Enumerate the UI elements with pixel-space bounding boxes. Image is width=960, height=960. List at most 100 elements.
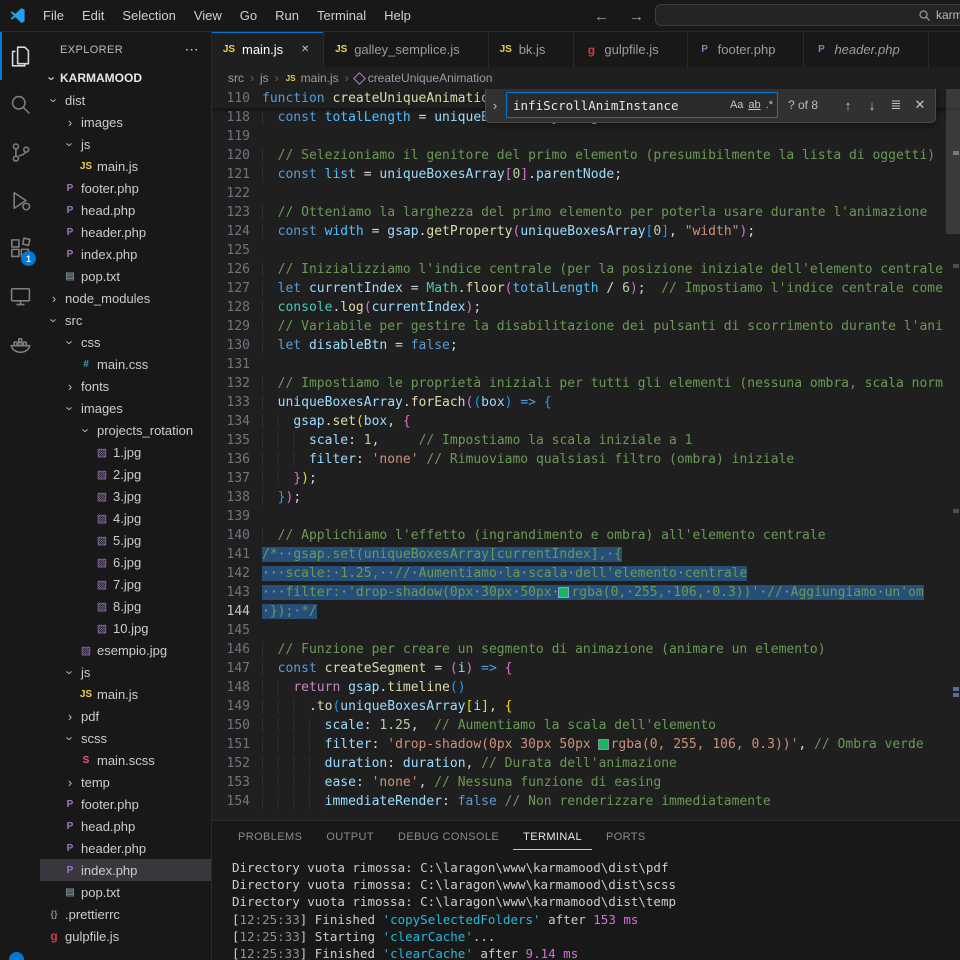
breadcrumb-item-main.js[interactable]: JSmain.js	[285, 71, 339, 85]
find-in-selection-icon[interactable]: ≣	[886, 95, 906, 115]
code-line[interactable]: 152 duration: duration, // Durata dell'a…	[212, 754, 960, 773]
file-index.php[interactable]: Pindex.php	[40, 243, 211, 265]
menu-item-run[interactable]: Run	[266, 0, 308, 31]
match-case-icon[interactable]: Aa	[730, 99, 743, 111]
menu-item-go[interactable]: Go	[231, 0, 266, 31]
menu-item-help[interactable]: Help	[375, 0, 420, 31]
file-pop.txt[interactable]: ▤pop.txt	[40, 265, 211, 287]
scrollbar-slider[interactable]	[946, 89, 960, 234]
remote-explorer-icon[interactable]	[0, 272, 40, 320]
code-line[interactable]: 146 // Funzione per creare un segmento d…	[212, 640, 960, 659]
extensions-icon[interactable]: 1	[0, 224, 40, 272]
tab-bk.js[interactable]: JSbk.js	[489, 32, 575, 67]
file-gulpfile.js[interactable]: ggulpfile.js	[40, 925, 211, 947]
code-line[interactable]: 136 filter: 'none' // Rimuoviamo qualsia…	[212, 450, 960, 469]
code-line[interactable]: 126 // Inizializziamo l'indice centrale …	[212, 260, 960, 279]
code-line[interactable]: 144·});·*/	[212, 602, 960, 621]
code-line[interactable]: 154 immediateRender: false // Non render…	[212, 792, 960, 811]
close-find-icon[interactable]: ✕	[910, 95, 930, 115]
folder-pdf[interactable]: ›pdf	[40, 705, 211, 727]
panel-tab-debug-console[interactable]: DEBUG CONSOLE	[388, 824, 509, 850]
tab-header.php[interactable]: Pheader.php	[804, 32, 928, 67]
nav-forward-icon[interactable]: →	[629, 8, 644, 25]
file-1.jpg[interactable]: ▨1.jpg	[40, 441, 211, 463]
menu-item-terminal[interactable]: Terminal	[308, 0, 375, 31]
tab-footer.php[interactable]: Pfooter.php	[688, 32, 805, 67]
docker-icon[interactable]	[0, 320, 40, 368]
file-5.jpg[interactable]: ▨5.jpg	[40, 529, 211, 551]
code-line[interactable]: 130 let disableBtn = false;	[212, 336, 960, 355]
file-7.jpg[interactable]: ▨7.jpg	[40, 573, 211, 595]
file-2.jpg[interactable]: ▨2.jpg	[40, 463, 211, 485]
code-line[interactable]: 125	[212, 241, 960, 260]
folder-src[interactable]: ›src	[40, 309, 211, 331]
file-head.php[interactable]: Phead.php	[40, 815, 211, 837]
file-main.scss[interactable]: Smain.scss	[40, 749, 211, 771]
folder-images[interactable]: ›images	[40, 111, 211, 133]
file-index.php[interactable]: Pindex.php	[40, 859, 211, 881]
code-line[interactable]: 129 // Variabile per gestire la disabili…	[212, 317, 960, 336]
editor[interactable]: 118 const totalLength = uniqueBoxesArray…	[212, 89, 960, 820]
tab-galley_semplice.js[interactable]: JSgalley_semplice.js	[324, 32, 489, 67]
tab-gulpfile.js[interactable]: ggulpfile.js	[574, 32, 687, 67]
code-line[interactable]: 151 filter: 'drop-shadow(0px 30px 50px r…	[212, 735, 960, 754]
code-line[interactable]: 148 return gsap.timeline()	[212, 678, 960, 697]
code-line[interactable]: 137 });	[212, 469, 960, 488]
terminal-output[interactable]: Directory vuota rimossa: C:\laragon\www\…	[212, 853, 960, 960]
file-header.php[interactable]: Pheader.php	[40, 837, 211, 859]
close-icon[interactable]: ✕	[297, 44, 313, 55]
code-line[interactable]: 122	[212, 184, 960, 203]
file-pop.txt[interactable]: ▤pop.txt	[40, 881, 211, 903]
run-debug-icon[interactable]	[0, 176, 40, 224]
next-match-icon[interactable]: ↓	[862, 95, 882, 115]
file-head.php[interactable]: Phead.php	[40, 199, 211, 221]
file-3.jpg[interactable]: ▨3.jpg	[40, 485, 211, 507]
regex-icon[interactable]: .*	[766, 99, 773, 111]
search-icon[interactable]	[0, 80, 40, 128]
panel-tab-output[interactable]: OUTPUT	[316, 824, 384, 850]
tab-main.js[interactable]: JSmain.js✕	[212, 32, 324, 67]
code-line[interactable]: 132 // Impostiamo le proprietà iniziali …	[212, 374, 960, 393]
code-line[interactable]: 131	[212, 355, 960, 374]
whole-word-icon[interactable]: ab	[748, 99, 760, 111]
code-line[interactable]: 138 });	[212, 488, 960, 507]
toggle-replace-icon[interactable]: ›	[488, 98, 502, 113]
folder-projects-rotation[interactable]: ›projects_rotation	[40, 419, 211, 441]
code-line[interactable]: 149 .to(uniqueBoxesArray[i], {	[212, 697, 960, 716]
folder-fonts[interactable]: ›fonts	[40, 375, 211, 397]
code-line[interactable]: 153 ease: 'none', // Nessuna funzione di…	[212, 773, 960, 792]
nav-back-icon[interactable]: ←	[594, 8, 609, 25]
file-footer.php[interactable]: Pfooter.php	[40, 177, 211, 199]
code-line[interactable]: 119	[212, 127, 960, 146]
explorer-icon[interactable]	[0, 32, 40, 80]
file-8.jpg[interactable]: ▨8.jpg	[40, 595, 211, 617]
file-main.js[interactable]: JSmain.js	[40, 683, 211, 705]
code-line[interactable]: 120 // Selezioniamo il genitore del prim…	[212, 146, 960, 165]
breadcrumb-item-src[interactable]: src	[228, 71, 244, 85]
code-line[interactable]: 121 const list = uniqueBoxesArray[0].par…	[212, 165, 960, 184]
file-10.jpg[interactable]: ▨10.jpg	[40, 617, 211, 639]
code-line[interactable]: 142···scale:·1.25,··//·Aumentiamo·la·sca…	[212, 564, 960, 583]
code-line[interactable]: 145	[212, 621, 960, 640]
code-line[interactable]: 127 let currentIndex = Math.floor(totalL…	[212, 279, 960, 298]
menu-item-selection[interactable]: Selection	[113, 0, 184, 31]
code-line[interactable]: 134 gsap.set(box, {	[212, 412, 960, 431]
menu-item-file[interactable]: File	[34, 0, 73, 31]
code-line[interactable]: 147 const createSegment = (i) => {	[212, 659, 960, 678]
folder-css[interactable]: ›css	[40, 331, 211, 353]
menu-item-edit[interactable]: Edit	[73, 0, 113, 31]
folder-dist[interactable]: ›dist	[40, 89, 211, 111]
breadcrumb-item-createuniqueanimation[interactable]: createUniqueAnimation	[355, 71, 493, 85]
breadcrumb-item-js[interactable]: js	[260, 71, 269, 85]
command-center[interactable]: karm	[655, 4, 960, 26]
previous-match-icon[interactable]: ↑	[838, 95, 858, 115]
file-header.php[interactable]: Pheader.php	[40, 221, 211, 243]
menu-item-view[interactable]: View	[185, 0, 231, 31]
code-line[interactable]: 135 scale: 1, // Impostiamo la scala ini…	[212, 431, 960, 450]
file-main.js[interactable]: JSmain.js	[40, 155, 211, 177]
folder-node-modules[interactable]: ›node_modules	[40, 287, 211, 309]
file-footer.php[interactable]: Pfooter.php	[40, 793, 211, 815]
file-main.css[interactable]: #main.css	[40, 353, 211, 375]
panel-tab-ports[interactable]: PORTS	[596, 824, 656, 850]
code-line[interactable]: 124 const width = gsap.getProperty(uniqu…	[212, 222, 960, 241]
